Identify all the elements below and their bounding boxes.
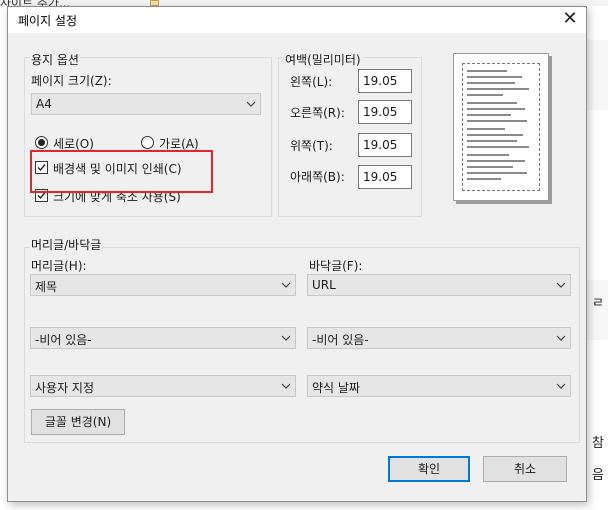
chevron-down-icon <box>281 383 291 389</box>
page-setup-dialog: 페이지 설정 ✕ 용지 옵션 페이지 크기(Z): A4 세로(O) 가로(A)… <box>7 6 587 502</box>
header-select-1[interactable]: 제목 <box>30 274 296 296</box>
footer-select-2[interactable]: -비어 있음- <box>307 327 571 349</box>
page-preview <box>453 53 549 201</box>
header-select-2-value: -비어 있음- <box>35 333 92 347</box>
header-label: 머리글(H): <box>31 259 87 273</box>
dialog-title: 페이지 설정 <box>18 14 78 28</box>
portrait-radio[interactable] <box>35 136 48 149</box>
page-size-select[interactable]: A4 <box>31 93 261 115</box>
preview-line <box>467 120 527 122</box>
footer-select-3-value: 약식 날짜 <box>312 381 360 395</box>
preview-line <box>467 102 517 104</box>
change-font-button[interactable]: 글꼴 변경(N) <box>31 409 125 435</box>
header-select-3[interactable]: 사용자 지정 <box>30 375 296 397</box>
cancel-button[interactable]: 취소 <box>483 456 567 482</box>
page-size-value: A4 <box>36 97 52 111</box>
top-margin-label: 위쪽(T): <box>290 139 333 153</box>
footer-label: 바닥글(F): <box>309 259 363 273</box>
header-footer-heading: 머리글/바닥글 <box>30 236 103 253</box>
left-margin-input[interactable]: 19.05 <box>358 69 412 93</box>
highlight-annotation <box>30 150 213 193</box>
close-icon[interactable]: ✕ <box>554 7 586 33</box>
chevron-down-icon <box>281 335 291 341</box>
landscape-radio[interactable] <box>141 136 154 149</box>
bottom-margin-label: 아래쪽(B): <box>290 170 345 184</box>
background-char: 음 <box>592 468 604 483</box>
ok-button[interactable]: 확인 <box>388 456 470 482</box>
preview-line <box>467 108 525 110</box>
preview-line <box>467 76 522 78</box>
background-char: 참 <box>592 436 604 451</box>
chevron-down-icon <box>556 335 566 341</box>
preview-line <box>467 94 503 96</box>
top-margin-value: 19.05 <box>363 138 398 152</box>
preview-line <box>467 128 505 130</box>
header-select-2[interactable]: -비어 있음- <box>30 327 296 349</box>
bottom-margin-value: 19.05 <box>363 170 398 184</box>
preview-line <box>467 178 501 180</box>
right-margin-input[interactable]: 19.05 <box>358 100 412 124</box>
left-margin-value: 19.05 <box>363 74 398 88</box>
margins-heading: 여백(밀리미터) <box>284 51 362 68</box>
preview-line <box>467 114 511 116</box>
right-margin-label: 오른쪽(R): <box>290 106 345 120</box>
chevron-down-icon <box>556 383 566 389</box>
paper-options-heading: 용지 옵션 <box>30 51 80 68</box>
footer-select-2-value: -비어 있음- <box>312 333 369 347</box>
header-select-1-value: 제목 <box>35 280 58 294</box>
page-preview-content-area <box>462 63 540 191</box>
preview-line <box>467 134 523 136</box>
footer-select-3[interactable]: 약식 날짜 <box>307 375 571 397</box>
preview-line <box>467 160 525 162</box>
preview-line <box>467 146 529 148</box>
background-panel <box>586 40 608 110</box>
preview-line <box>467 88 529 90</box>
title-bar: 페이지 설정 ✕ <box>8 7 586 33</box>
chevron-down-icon <box>246 101 256 107</box>
footer-select-1[interactable]: URL <box>307 274 571 296</box>
background-char: ㄹ <box>592 296 604 311</box>
chevron-down-icon <box>556 282 566 288</box>
preview-line <box>467 166 513 168</box>
preview-line <box>467 82 515 84</box>
top-margin-input[interactable]: 19.05 <box>358 133 412 157</box>
preview-line <box>467 154 509 156</box>
bottom-margin-input[interactable]: 19.05 <box>358 165 412 189</box>
page-size-label: 페이지 크기(Z): <box>31 74 112 88</box>
right-margin-value: 19.05 <box>363 105 398 119</box>
preview-line <box>467 172 527 174</box>
footer-select-1-value: URL <box>312 278 336 292</box>
preview-line <box>467 140 517 142</box>
left-margin-label: 왼쪽(L): <box>290 75 333 89</box>
preview-line <box>467 70 507 72</box>
header-select-3-value: 사용자 지정 <box>35 381 95 395</box>
chevron-down-icon <box>281 282 291 288</box>
